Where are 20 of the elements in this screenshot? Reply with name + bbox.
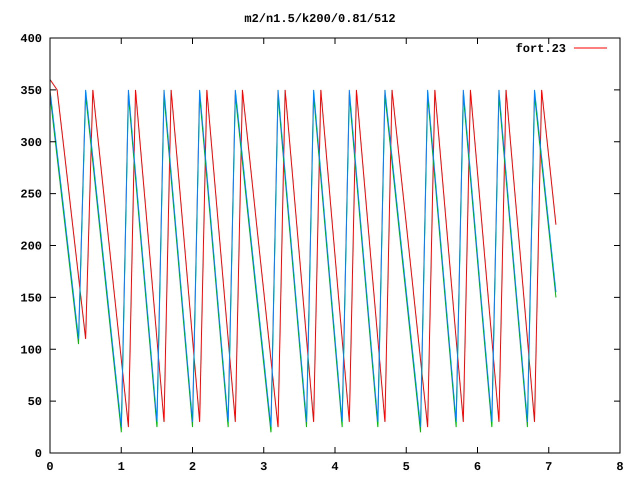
x-tick-label: 3	[260, 460, 268, 474]
y-tick-label: 150	[20, 291, 42, 306]
y-tick-label: 250	[20, 188, 42, 202]
y-tick-label: 350	[20, 84, 42, 98]
chart-title: m2/n1.5/k200/0.81/512	[244, 12, 396, 26]
x-tick-label: 2	[188, 460, 196, 474]
x-tick-label: 1	[118, 460, 125, 474]
x-tick-label: 6	[474, 460, 482, 474]
y-tick-label: 50	[28, 395, 42, 410]
x-tick-label: 8	[616, 460, 624, 474]
y-tick-label: 0	[34, 447, 42, 461]
x-tick-label: 5	[402, 460, 410, 474]
y-tick-label: 200	[20, 240, 42, 254]
legend-label: fort.23	[516, 42, 566, 56]
y-tick-label: 400	[20, 32, 42, 46]
x-tick-label: 7	[545, 460, 552, 474]
y-tick-label: 300	[20, 136, 42, 150]
x-tick-label: 0	[46, 460, 54, 474]
y-tick-label: 100	[20, 343, 42, 358]
x-tick-label: 4	[331, 460, 339, 474]
